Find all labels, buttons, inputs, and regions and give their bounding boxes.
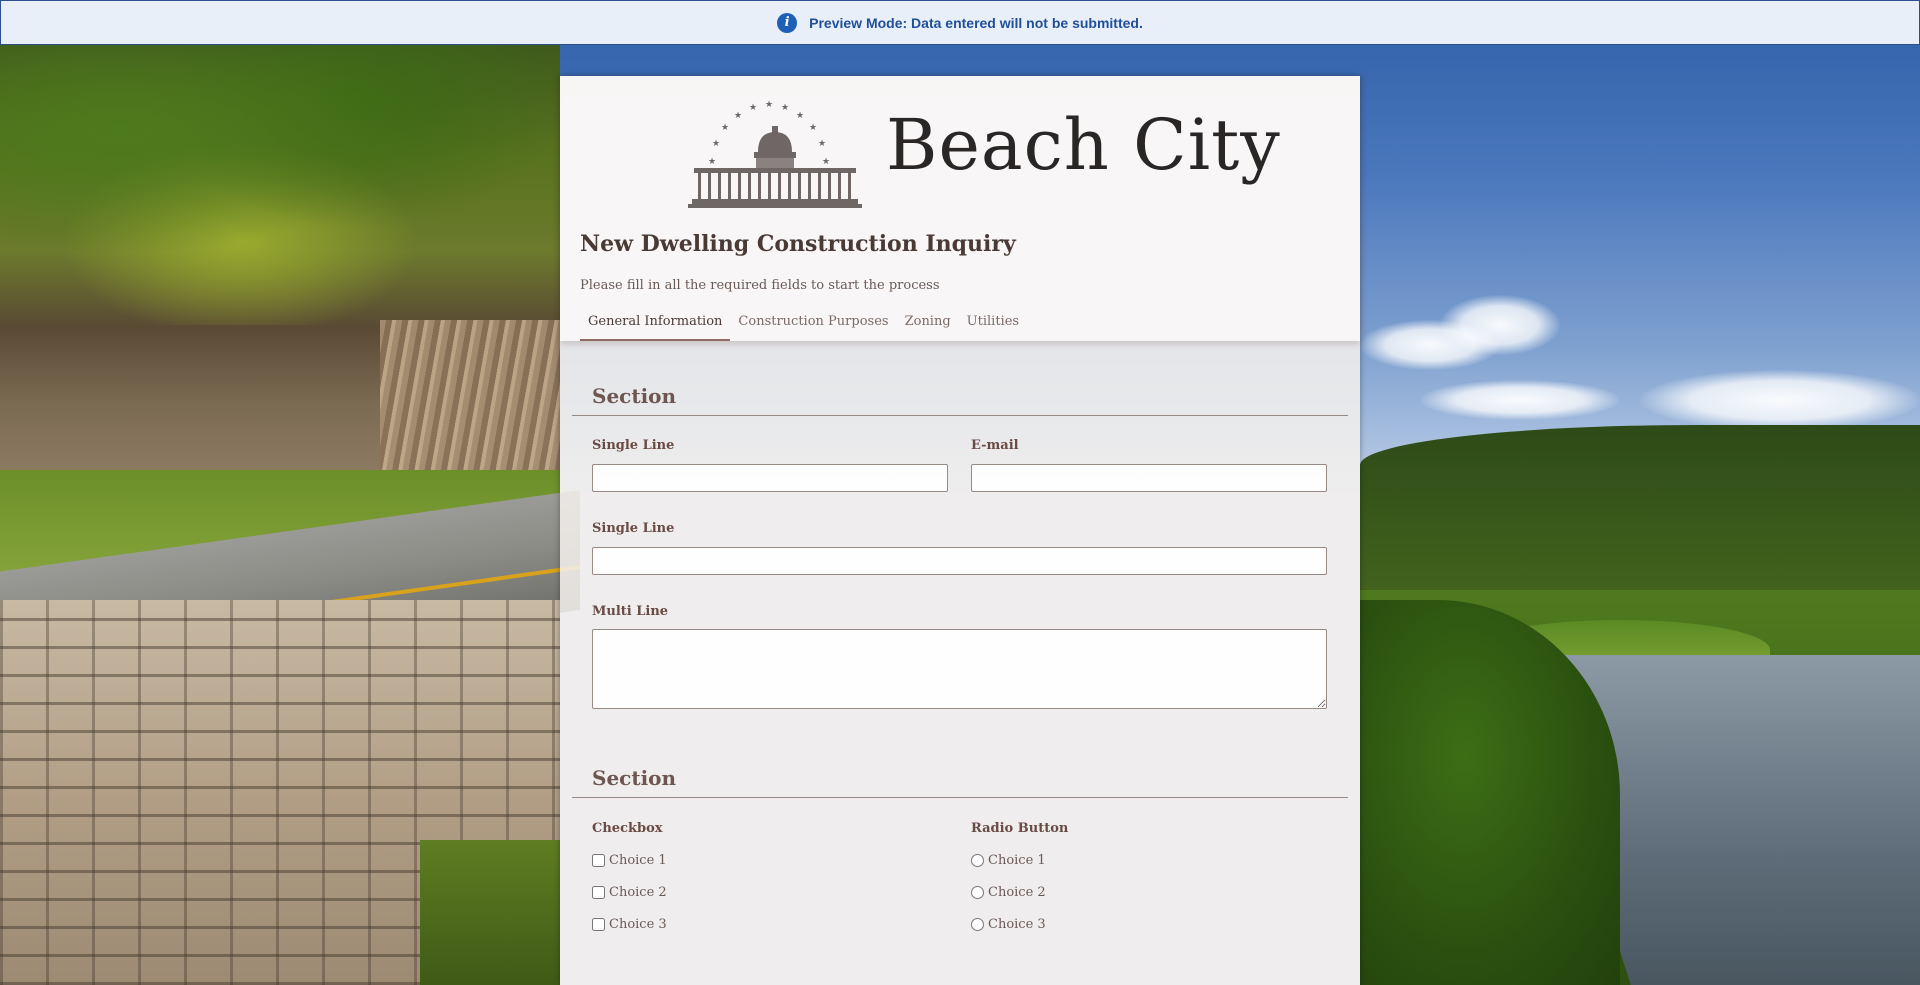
- checkbox-choice-2[interactable]: Choice 2: [592, 885, 667, 900]
- checkbox-choice-1[interactable]: Choice 1: [592, 853, 667, 868]
- checkbox-input-1[interactable]: [592, 854, 605, 867]
- radio-choice-label: Choice 1: [988, 853, 1046, 868]
- svg-text:★: ★: [809, 123, 817, 133]
- single-line-label: Single Line: [592, 438, 675, 453]
- checkbox-input-3[interactable]: [592, 918, 605, 931]
- tab-general-information[interactable]: General Information: [580, 314, 731, 341]
- radio-choice-label: Choice 3: [988, 917, 1046, 932]
- radio-choice-label: Choice 2: [988, 885, 1046, 900]
- checkbox-choice-3[interactable]: Choice 3: [592, 917, 667, 932]
- radio-choice-1[interactable]: Choice 1: [971, 853, 1046, 868]
- preview-banner-text: Preview Mode: Data entered will not be s…: [809, 14, 1143, 31]
- form-tabs: General Information Construction Purpose…: [580, 314, 1027, 341]
- radio-button-label: Radio Button: [971, 821, 1069, 836]
- section-header-2: Section: [572, 760, 1348, 798]
- checkbox-input-2[interactable]: [592, 886, 605, 899]
- tab-construction-purposes[interactable]: Construction Purposes: [730, 314, 896, 341]
- radio-input-3[interactable]: [971, 918, 984, 931]
- preview-banner: i Preview Mode: Data entered will not be…: [0, 0, 1920, 45]
- tab-zoning[interactable]: Zoning: [897, 314, 959, 341]
- info-icon: i: [777, 12, 798, 33]
- svg-text:★: ★: [721, 123, 729, 133]
- checkbox-choice-label: Choice 1: [609, 853, 667, 868]
- city-name-logo: Beach City: [886, 104, 1281, 186]
- svg-text:★: ★: [734, 111, 742, 121]
- page-title: New Dwelling Construction Inquiry: [580, 231, 1016, 257]
- email-label: E-mail: [971, 438, 1019, 453]
- form-panel: ★ ★ ★ ★ ★ ★ ★ ★ ★ ★ ★ Beach City New Dwe…: [560, 76, 1360, 985]
- single-line-input-2[interactable]: [592, 547, 1327, 575]
- svg-text:★: ★: [765, 100, 773, 110]
- radio-choice-2[interactable]: Choice 2: [971, 885, 1046, 900]
- checkbox-choice-label: Choice 2: [609, 885, 667, 900]
- radio-choice-3[interactable]: Choice 3: [971, 917, 1046, 932]
- svg-text:★: ★: [796, 111, 804, 121]
- single-line-label-2: Single Line: [592, 521, 675, 536]
- section-header: Section: [572, 378, 1348, 416]
- section-title-2: Section: [592, 766, 677, 790]
- checkbox-choice-label: Choice 3: [609, 917, 667, 932]
- svg-text:★: ★: [708, 157, 716, 167]
- multi-line-label: Multi Line: [592, 604, 669, 619]
- svg-text:★: ★: [712, 139, 720, 149]
- checkbox-label: Checkbox: [592, 821, 663, 836]
- radio-input-2[interactable]: [971, 886, 984, 899]
- svg-text:★: ★: [822, 157, 830, 167]
- page-subtitle: Please fill in all the required fields t…: [580, 278, 940, 293]
- capitol-building-icon: ★ ★ ★ ★ ★ ★ ★ ★ ★ ★ ★: [686, 94, 866, 214]
- radio-input-1[interactable]: [971, 854, 984, 867]
- email-field[interactable]: [971, 464, 1327, 492]
- single-line-input[interactable]: [592, 464, 948, 492]
- svg-text:★: ★: [781, 103, 789, 113]
- tab-utilities[interactable]: Utilities: [959, 314, 1027, 341]
- svg-text:★: ★: [749, 103, 757, 113]
- section-title: Section: [592, 384, 677, 408]
- svg-text:★: ★: [818, 139, 826, 149]
- form-header: ★ ★ ★ ★ ★ ★ ★ ★ ★ ★ ★ Beach City New Dwe…: [560, 76, 1360, 341]
- multi-line-textarea[interactable]: [592, 629, 1327, 709]
